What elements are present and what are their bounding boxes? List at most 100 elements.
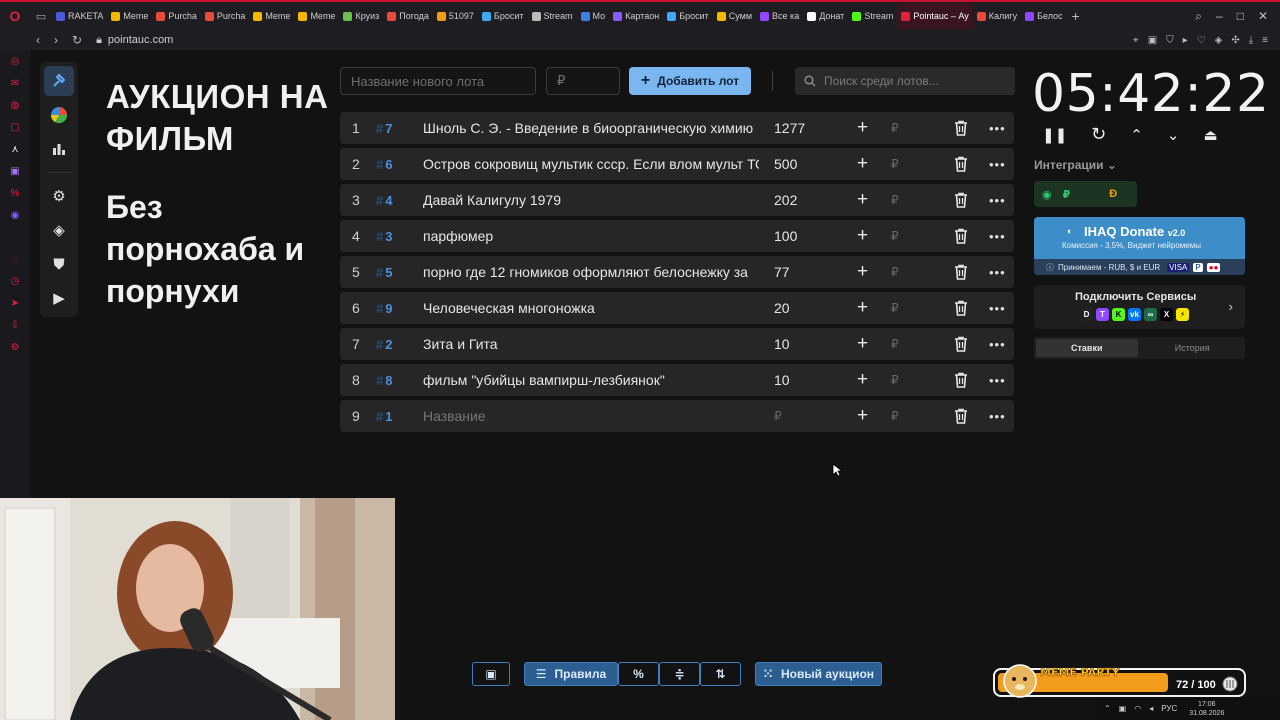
browser-tab[interactable]: Purcha bbox=[201, 3, 250, 29]
browser-tab[interactable]: Погода bbox=[383, 3, 433, 29]
ruble-input[interactable]: ₽ bbox=[891, 229, 899, 243]
lot-search-input[interactable]: Поиск среди лотов... bbox=[795, 67, 1015, 95]
lot-amount[interactable]: 202 bbox=[774, 192, 834, 208]
reset-icon[interactable]: ↻ bbox=[1091, 125, 1106, 144]
tray-clock[interactable]: 17:06 31.08.2026 bbox=[1189, 700, 1224, 718]
more-icon[interactable]: ••• bbox=[989, 229, 1006, 244]
screenshot-icon[interactable]: ▣ bbox=[1148, 35, 1157, 46]
pin-icon[interactable]: ⌖ bbox=[1133, 35, 1139, 46]
lot-fast-id[interactable]: #6 bbox=[376, 157, 392, 172]
lot-amount[interactable]: 10 bbox=[774, 372, 834, 388]
ruble-input[interactable]: ₽ bbox=[891, 157, 899, 171]
more-icon[interactable]: ••• bbox=[989, 265, 1006, 280]
browser-tab[interactable]: Сумм bbox=[713, 3, 756, 29]
sidebar-aria-icon[interactable]: ◉ bbox=[8, 208, 22, 222]
trash-icon[interactable] bbox=[954, 264, 968, 280]
tray-app-icon[interactable]: ▣ bbox=[1119, 704, 1127, 713]
nav-video-icon[interactable]: ▶ bbox=[44, 283, 74, 313]
eject-icon[interactable]: ⏏ bbox=[1203, 126, 1217, 144]
more-icon[interactable]: ••• bbox=[989, 121, 1006, 136]
lot-name[interactable]: Шноль С. Э. - Введение в биоорганическую… bbox=[423, 120, 759, 136]
lot-fast-id[interactable]: #7 bbox=[376, 121, 392, 136]
browser-tab[interactable]: RAKETA bbox=[52, 3, 107, 29]
new-auction-button[interactable]: ⁙ Новый аукцион bbox=[755, 662, 882, 686]
lot-name[interactable]: парфюмер bbox=[423, 228, 759, 244]
lot-name[interactable]: фильм "убийцы вампирш-лезбиянок" bbox=[423, 372, 759, 388]
nav-shield-icon[interactable]: ⛊ bbox=[44, 249, 74, 279]
trash-icon[interactable] bbox=[954, 408, 968, 424]
add-bid-icon[interactable]: + bbox=[857, 406, 868, 426]
lot-fast-id[interactable]: #2 bbox=[376, 337, 392, 352]
browser-tab[interactable]: Мо bbox=[577, 3, 610, 29]
tray-network-icon[interactable]: ◠ bbox=[1134, 704, 1141, 713]
nav-layers-icon[interactable]: ◈ bbox=[44, 215, 74, 245]
url-field[interactable]: 🔒︎ pointauc.com bbox=[96, 34, 173, 47]
browser-tab[interactable]: Бросит bbox=[663, 3, 713, 29]
ruble-input[interactable]: ₽ bbox=[891, 409, 899, 423]
browser-tab[interactable]: Круиз bbox=[339, 3, 383, 29]
extension-icon[interactable]: ◈ bbox=[1215, 35, 1223, 46]
browser-tab[interactable]: Все ка bbox=[756, 3, 803, 29]
browser-tab[interactable]: Meme bbox=[249, 3, 294, 29]
nav-settings-icon[interactable]: ⚙ bbox=[44, 181, 74, 211]
puzzle-icon[interactable]: ✣ bbox=[1231, 35, 1239, 46]
browser-tab[interactable]: Белос bbox=[1021, 3, 1066, 29]
forward-icon[interactable]: › bbox=[54, 33, 58, 47]
lot-fast-id[interactable]: #5 bbox=[376, 265, 392, 280]
download-icon[interactable]: ⤓ bbox=[1249, 35, 1253, 46]
increase-icon[interactable]: ⌃ bbox=[1130, 126, 1143, 144]
more-icon[interactable]: ••• bbox=[989, 157, 1006, 172]
reload-icon[interactable]: ↻ bbox=[72, 33, 82, 47]
ruble-input[interactable]: ₽ bbox=[891, 193, 899, 207]
sidebar-messenger-icon[interactable]: ✉ bbox=[8, 76, 22, 90]
vpn-icon[interactable]: ▸ bbox=[1183, 35, 1188, 46]
save-preset-button[interactable]: ▣ bbox=[472, 662, 510, 686]
tray-chevron-icon[interactable]: ⌃ bbox=[1104, 704, 1111, 713]
sidebar-percent-icon[interactable]: % bbox=[8, 186, 22, 200]
trash-icon[interactable] bbox=[954, 228, 968, 244]
add-bid-icon[interactable]: + bbox=[857, 298, 868, 318]
shield-icon[interactable]: ⛉ bbox=[1166, 35, 1174, 46]
ruble-input[interactable]: ₽ bbox=[891, 301, 899, 315]
browser-tab[interactable]: Донат bbox=[803, 3, 848, 29]
lot-fast-id[interactable]: #4 bbox=[376, 193, 392, 208]
connect-services[interactable]: Подключить Сервисы D T K vk ∞ X ⚡ › bbox=[1034, 285, 1245, 329]
browser-tab[interactable]: Бросит bbox=[478, 3, 528, 29]
ruble-input[interactable]: ₽ bbox=[891, 121, 899, 135]
add-bid-icon[interactable]: + bbox=[857, 118, 868, 138]
trash-icon[interactable] bbox=[954, 300, 968, 316]
sidebar-whatsapp-icon[interactable]: ◍ bbox=[8, 98, 22, 112]
more-icon[interactable]: ••• bbox=[989, 373, 1006, 388]
new-lot-amount-input[interactable]: ₽ bbox=[546, 67, 620, 95]
add-bid-icon[interactable]: + bbox=[857, 370, 868, 390]
lot-fast-id[interactable]: #3 bbox=[376, 229, 392, 244]
trash-icon[interactable] bbox=[954, 120, 968, 136]
browser-tab[interactable]: Stream bbox=[528, 3, 577, 29]
browser-tab[interactable]: Калигу bbox=[973, 3, 1021, 29]
nav-stats-icon[interactable] bbox=[44, 134, 74, 164]
lot-fast-id[interactable]: #9 bbox=[376, 301, 392, 316]
nav-wheel-icon[interactable] bbox=[44, 100, 74, 130]
decrease-icon[interactable]: ⌄ bbox=[1167, 126, 1180, 144]
browser-tab[interactable]: Purcha bbox=[152, 3, 201, 29]
search-tabs-icon[interactable]: ⌕ bbox=[1195, 9, 1202, 24]
more-icon[interactable]: ••• bbox=[989, 301, 1006, 316]
sidebar-twitch-icon[interactable]: ▣ bbox=[8, 164, 22, 178]
add-lot-button[interactable]: + Добавить лот bbox=[629, 67, 751, 95]
browser-tab[interactable]: Stream bbox=[848, 3, 897, 29]
ihaq-donate-banner[interactable]: ◐ IHAQ Donate v2.0 Комиссия - 3,5%, Видж… bbox=[1034, 217, 1245, 275]
add-bid-icon[interactable]: + bbox=[857, 262, 868, 282]
more-icon[interactable]: ••• bbox=[989, 409, 1006, 424]
ruble-input[interactable]: ₽ bbox=[891, 337, 899, 351]
tray-volume-icon[interactable]: ◂ bbox=[1149, 704, 1153, 713]
trash-icon[interactable] bbox=[954, 192, 968, 208]
split-button[interactable]: ≑ bbox=[659, 662, 700, 686]
integrations-status[interactable]: ◉ ₽ Ð bbox=[1034, 181, 1137, 207]
pause-icon[interactable]: ❚❚ bbox=[1042, 126, 1067, 144]
percent-button[interactable]: % bbox=[618, 662, 659, 686]
add-bid-icon[interactable]: + bbox=[857, 226, 868, 246]
sort-button[interactable]: ⇅ bbox=[700, 662, 741, 686]
lot-name[interactable]: Человеческая многоножка bbox=[423, 300, 759, 316]
tab-menu-icon[interactable]: ▭ bbox=[30, 10, 52, 23]
lot-amount[interactable]: 10 bbox=[774, 336, 834, 352]
